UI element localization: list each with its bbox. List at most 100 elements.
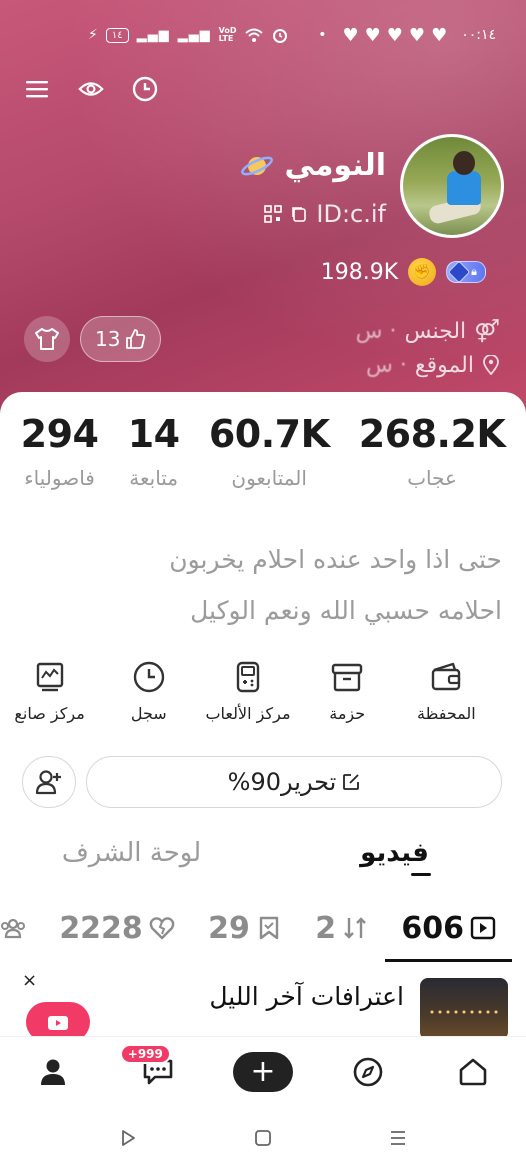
home-button-icon[interactable] bbox=[243, 1118, 283, 1158]
heart-icon: ♥ bbox=[364, 24, 381, 46]
bio-line: حتى اذا واحد عنده احلام يخربون bbox=[169, 545, 502, 574]
user-id-row[interactable]: ID:c.if bbox=[264, 200, 386, 228]
repost-icon bbox=[344, 917, 366, 939]
tab-label: لوحة الشرف bbox=[61, 838, 202, 868]
bio-line: احلامه حسبي الله ونعم الوكيل bbox=[190, 596, 502, 625]
tool-wallet[interactable]: المحفظة bbox=[397, 660, 496, 740]
edit-row: تحرير90% bbox=[22, 756, 502, 808]
promo-banner[interactable]: اعترافات آخر الليل × bbox=[0, 968, 526, 1042]
outfit-button[interactable] bbox=[24, 316, 70, 362]
nav-profile[interactable] bbox=[23, 1042, 83, 1102]
signal-icon-2: ▂▄▆ bbox=[177, 27, 211, 43]
profile-content-card: 268.2K عجاب 60.7K المتابعون 14 متابعة 29… bbox=[0, 392, 526, 1032]
wallet-icon bbox=[432, 662, 461, 691]
promo-thumbnail[interactable] bbox=[420, 978, 508, 1040]
system-navigation bbox=[0, 1106, 526, 1169]
nav-create[interactable]: + bbox=[232, 1042, 293, 1102]
subtab-liked[interactable]: 2228 bbox=[49, 898, 185, 958]
avatar-photo-detail bbox=[447, 171, 481, 205]
subtab-videos[interactable]: 606 bbox=[385, 898, 512, 962]
gender-icon: ⚤ bbox=[474, 318, 500, 344]
nav-discover[interactable] bbox=[338, 1042, 398, 1102]
stat-value: 14 bbox=[127, 412, 180, 456]
home-icon bbox=[460, 1058, 487, 1085]
eye-icon[interactable] bbox=[78, 76, 104, 102]
likes-pill[interactable]: 13 bbox=[80, 316, 162, 362]
subtab-group[interactable] bbox=[0, 898, 36, 958]
gender-label: الجنس bbox=[404, 318, 467, 344]
tool-label: حزمة bbox=[329, 704, 366, 723]
location-value: · س bbox=[366, 352, 407, 378]
group-icon bbox=[1, 918, 25, 939]
battery-level: ١٤ bbox=[111, 29, 123, 41]
subtab-saved[interactable]: 29 bbox=[198, 898, 292, 958]
stat-likes[interactable]: 268.2K عجاب bbox=[359, 412, 506, 522]
lock-icon: 🔒︎ bbox=[471, 265, 477, 278]
plus-icon: + bbox=[232, 1051, 293, 1092]
heart-icon: ♥ bbox=[431, 24, 448, 46]
stat-value: 268.2K bbox=[358, 412, 506, 456]
add-friend-button[interactable] bbox=[22, 756, 76, 808]
recents-icon[interactable] bbox=[378, 1118, 418, 1158]
box-icon bbox=[332, 663, 363, 692]
nav-messages[interactable]: +999 bbox=[119, 1042, 188, 1102]
heart-broken-icon bbox=[149, 917, 175, 940]
tool-label: سجل bbox=[130, 704, 167, 723]
stat-label: متابعة bbox=[129, 466, 179, 490]
status-bar: ⚡ ١٤ ▂▄▆ ▂▄▆ VoD LTE • ♥ ♥ ♥ ♥ ♥ ٠٠:١٤ bbox=[0, 18, 526, 52]
location-line: الموقع · س bbox=[356, 348, 500, 382]
video-subtabs: 606 2 29 2228 bbox=[0, 898, 520, 962]
header-actions bbox=[24, 76, 158, 102]
location-label: الموقع bbox=[414, 352, 474, 378]
tool-label: مركز الألعاب bbox=[205, 704, 291, 723]
location-pin-icon bbox=[483, 355, 499, 375]
stat-following[interactable]: 14 متابعة bbox=[128, 412, 180, 522]
bookmark-icon bbox=[259, 916, 279, 940]
copy-icon[interactable] bbox=[290, 205, 308, 223]
clock-icon[interactable] bbox=[132, 76, 158, 102]
clock-icon bbox=[133, 661, 164, 693]
subtab-reposts[interactable]: 2 bbox=[305, 898, 378, 958]
alarm-icon bbox=[273, 29, 288, 43]
coin-icon[interactable]: ✊ bbox=[408, 258, 437, 286]
content-tabs: فيديو لوحة الشرف bbox=[0, 828, 526, 878]
tab-video[interactable]: فيديو bbox=[263, 828, 526, 878]
tool-game-center[interactable]: مركز الألعاب bbox=[198, 660, 297, 740]
avatar[interactable] bbox=[400, 134, 504, 238]
profile-quick-actions: 13 bbox=[24, 316, 162, 362]
tab-label: فيديو bbox=[360, 838, 429, 868]
back-icon[interactable] bbox=[108, 1118, 148, 1158]
level-badge[interactable]: 🔒︎ bbox=[446, 260, 486, 284]
notification-dot: • bbox=[318, 27, 327, 43]
live-camera-icon bbox=[48, 1016, 68, 1030]
gamepad-icon bbox=[236, 661, 260, 693]
message-count-badge: +999 bbox=[119, 1043, 171, 1064]
tool-history[interactable]: سجل bbox=[99, 660, 198, 740]
wifi-icon bbox=[245, 28, 264, 42]
stat-label: المتابعون bbox=[231, 466, 307, 490]
tool-label: مركز صانع bbox=[14, 704, 85, 723]
stat-beans[interactable]: 294 فاصولياء bbox=[21, 412, 99, 522]
menu-icon[interactable] bbox=[24, 76, 50, 102]
stat-followers[interactable]: 60.7K المتابعون bbox=[209, 412, 330, 522]
tab-honor-board[interactable]: لوحة الشرف bbox=[0, 828, 263, 878]
coins-count: 198.9K bbox=[320, 259, 399, 285]
subtab-count: 29 bbox=[208, 910, 250, 946]
tool-package[interactable]: حزمة bbox=[298, 660, 397, 740]
user-id: ID:c.if bbox=[316, 200, 386, 228]
close-icon[interactable]: × bbox=[22, 970, 37, 991]
volte-icon: VoD LTE bbox=[218, 26, 237, 43]
heart-icon: ♥ bbox=[342, 24, 359, 46]
user-icon bbox=[40, 1059, 65, 1085]
gender-line: ⚤ الجنس · س bbox=[356, 314, 500, 348]
chart-icon bbox=[36, 662, 63, 692]
qr-code-icon[interactable] bbox=[264, 205, 283, 223]
tool-creator-center[interactable]: مركز صانع bbox=[0, 660, 99, 740]
heart-icon: ♥ bbox=[408, 24, 426, 46]
edit-icon bbox=[343, 774, 360, 790]
tshirt-icon bbox=[35, 328, 59, 350]
nav-home[interactable] bbox=[443, 1042, 503, 1102]
stat-value: 60.7K bbox=[208, 412, 330, 456]
edit-profile-button[interactable]: تحرير90% bbox=[86, 756, 502, 808]
thumbs-up-icon bbox=[126, 329, 146, 349]
